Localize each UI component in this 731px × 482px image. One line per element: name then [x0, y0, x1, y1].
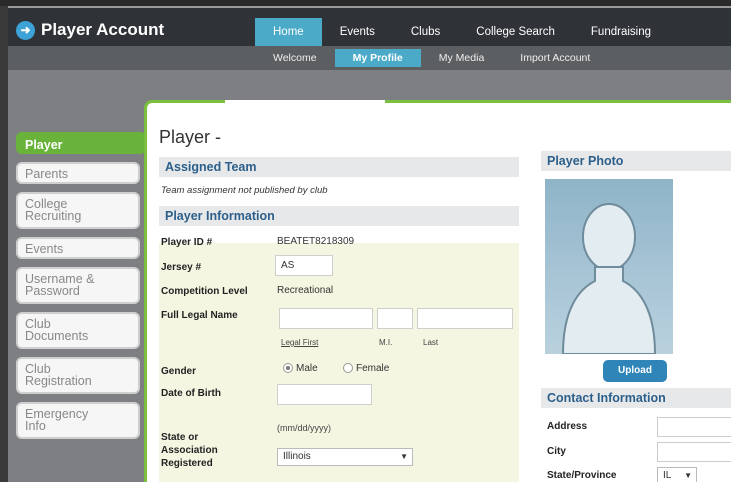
player-photo	[545, 179, 673, 354]
middle-initial-sublabel: M.I.	[379, 338, 393, 347]
nav-home[interactable]: Home	[255, 18, 322, 46]
state-province-select[interactable]: IL ▼	[657, 467, 697, 482]
dob-hint: (mm/dd/yyyy)	[277, 423, 331, 433]
player-info-heading: Player Information	[159, 206, 519, 226]
sidebar: Player Parents College Recruiting Events…	[16, 132, 146, 447]
sidebar-item-college-recruiting[interactable]: College Recruiting	[16, 192, 140, 229]
contact-info-heading: Contact Information	[541, 388, 731, 408]
legal-first-sublabel: Legal First	[281, 338, 319, 347]
dropdown-arrow-icon: ▼	[400, 452, 408, 461]
player-id-label: Player ID #	[161, 237, 213, 248]
sidebar-item-player[interactable]: Player	[16, 132, 146, 154]
dob-input[interactable]	[277, 384, 372, 405]
legal-first-name-input[interactable]	[279, 308, 373, 329]
nav-college-search[interactable]: College Search	[458, 18, 573, 46]
radio-unchecked-icon[interactable]	[343, 363, 353, 374]
sidebar-item-username-password[interactable]: Username & Password	[16, 267, 140, 304]
jersey-input[interactable]: AS	[275, 255, 333, 276]
redacted-name-box	[225, 100, 385, 152]
subnav-my-profile[interactable]: My Profile	[334, 49, 421, 67]
subnav-import-account[interactable]: Import Account	[502, 49, 608, 67]
nav-events[interactable]: Events	[322, 18, 393, 46]
gender-label: Gender	[161, 366, 197, 377]
last-name-input[interactable]	[417, 308, 513, 329]
sidebar-item-emergency-info[interactable]: Emergency Info	[16, 402, 140, 439]
nav-fundraising[interactable]: Fundraising	[573, 18, 669, 46]
city-input[interactable]	[657, 442, 731, 462]
state-association-select[interactable]: Illinois ▼	[277, 448, 413, 466]
last-name-sublabel: Last	[423, 338, 439, 347]
gender-female-option[interactable]: Female	[343, 363, 389, 374]
player-id-value: BEATET8218309	[277, 236, 355, 247]
address-input[interactable]	[657, 417, 731, 437]
app-logo[interactable]: ➜ Player Account	[16, 20, 164, 40]
state-province-label: State/Province	[547, 470, 617, 481]
sidebar-item-club-registration[interactable]: Club Registration	[16, 357, 140, 394]
upload-photo-button[interactable]: Upload	[603, 360, 667, 382]
main-nav: Home Events Clubs College Search Fundrai…	[255, 18, 669, 46]
assigned-team-heading: Assigned Team	[159, 157, 519, 177]
dob-label: Date of Birth	[161, 388, 221, 399]
page-title: Player -	[159, 127, 222, 147]
player-photo-heading: Player Photo	[541, 151, 731, 171]
sidebar-item-club-documents[interactable]: Club Documents	[16, 312, 140, 349]
sidebar-item-parents[interactable]: Parents	[16, 162, 140, 184]
arrow-circle-icon: ➜	[16, 20, 35, 40]
competition-value: Recreational	[277, 285, 334, 296]
address-label: Address	[547, 421, 588, 432]
full-name-label: Full Legal Name	[161, 310, 238, 321]
dropdown-arrow-icon: ▼	[684, 471, 692, 480]
nav-clubs[interactable]: Clubs	[393, 18, 458, 46]
subnav-my-media[interactable]: My Media	[421, 49, 503, 67]
jersey-label: Jersey #	[161, 262, 202, 273]
avatar-silhouette-icon	[561, 203, 657, 354]
competition-label: Competition Level	[161, 286, 248, 297]
profile-panel: Player - Assigned Team Team assignment n…	[144, 100, 731, 482]
middle-initial-input[interactable]	[377, 308, 413, 329]
sub-nav: Welcome My Profile My Media Import Accou…	[255, 49, 608, 67]
state-association-label: State or Association Registered	[161, 432, 218, 469]
subnav-welcome[interactable]: Welcome	[255, 49, 335, 67]
city-label: City	[547, 446, 566, 457]
assigned-team-note: Team assignment not published by club	[161, 185, 328, 196]
radio-checked-icon[interactable]	[283, 363, 293, 374]
sidebar-item-events[interactable]: Events	[16, 237, 140, 259]
app-title: Player Account	[41, 20, 165, 39]
gender-male-option[interactable]: Male	[283, 363, 318, 374]
